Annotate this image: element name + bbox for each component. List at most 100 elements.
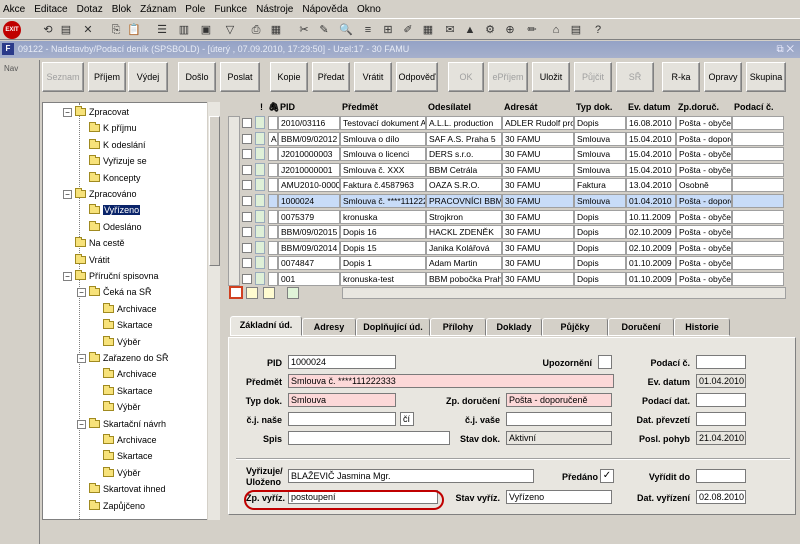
tree-scrollbar[interactable] [207, 102, 220, 520]
grid-cell-delivery[interactable]: Pošta - obyče [676, 116, 732, 130]
close-icon[interactable]: ✕ [80, 22, 96, 38]
tree-item[interactable]: Výběr [103, 466, 141, 478]
grid-cell-type[interactable]: Smlouva [574, 131, 626, 146]
tree-item[interactable]: Výběr [103, 335, 141, 347]
grid-cell-no[interactable] [732, 116, 784, 130]
grid-cell-subject[interactable]: Dopis 16 [340, 225, 426, 240]
grid-cell-pid[interactable]: 0075379 [278, 209, 340, 224]
menu-item[interactable]: Pole [185, 4, 205, 15]
grid-cell-no[interactable] [732, 131, 784, 146]
menu-item[interactable]: Nápověda [302, 4, 348, 15]
grid-cell-recipient[interactable]: 30 FAMU [502, 272, 574, 286]
grid-cell-delivery[interactable]: Pošta - dopore [676, 131, 732, 146]
button-seznam[interactable]: Seznam [42, 62, 84, 92]
button-opravy[interactable]: Opravy [704, 62, 742, 92]
field-vyrizuje[interactable]: BLAŽEVIČ Jasmina Mgr. [288, 469, 534, 483]
window-controls[interactable]: ⧉ ✕ [776, 41, 794, 58]
upozorneni-checkbox[interactable] [598, 355, 612, 369]
grid-cell-delivery[interactable]: Pošta - obyče [676, 272, 732, 286]
grid-cell-delivery[interactable]: Osobně [676, 178, 732, 193]
tab-4[interactable]: Doklady [486, 318, 542, 336]
grid-cell-flag[interactable] [268, 209, 278, 224]
tab-6[interactable]: Doručení [608, 318, 674, 336]
tree-item[interactable]: Vrátit [75, 253, 110, 265]
button-odpov-[interactable]: Odpověď [396, 62, 438, 92]
tree-item[interactable]: Skartační návrh [89, 417, 166, 429]
grid-cell-sender[interactable]: OAZA S.R.O. [426, 178, 502, 193]
search-icon[interactable]: 🔍 [338, 22, 354, 38]
grid-cell-flag[interactable] [268, 116, 278, 130]
field-typ_dok[interactable]: Smlouva [288, 393, 396, 407]
grid-cell-subject[interactable]: kronuska [340, 209, 426, 224]
grid-cell-type[interactable]: Dopis [574, 272, 626, 286]
paste-icon[interactable]: 📋 [126, 22, 142, 38]
grid-cell-flag[interactable] [268, 178, 278, 193]
grid-cell-delivery[interactable]: Pošta - obyče [676, 209, 732, 224]
grid-cell-type[interactable]: Smlouva [574, 194, 626, 208]
tag-icon[interactable]: ⌂ [548, 22, 564, 38]
grid-cell-date[interactable]: 02.10.2009 [626, 240, 676, 255]
grid-cell-type[interactable]: Dopis [574, 116, 626, 130]
tree-item[interactable]: Archivace [103, 368, 157, 379]
menu-item[interactable]: Akce [3, 4, 25, 15]
exit-icon[interactable]: EXIT [3, 21, 21, 39]
grid-cell-recipient[interactable]: 30 FAMU [502, 194, 574, 208]
table-icon[interactable]: ▦ [420, 22, 436, 38]
menu-item[interactable]: Nástroje [256, 4, 293, 15]
pencil-icon[interactable]: ✏ [524, 22, 540, 38]
column-icon[interactable]: ▥ [176, 22, 192, 38]
button-ep-jem[interactable]: ePříjem [488, 62, 528, 92]
color-mark-yellow-2[interactable] [263, 287, 275, 299]
grid-icon[interactable]: ▤ [568, 22, 584, 38]
grid-cell-no[interactable] [732, 225, 784, 240]
row-checkbox[interactable] [242, 274, 252, 284]
grid-cell-type[interactable]: Dopis [574, 225, 626, 240]
grid-cell-date[interactable]: 13.04.2010 [626, 178, 676, 193]
grid-cell-pid[interactable]: J2010000001 [278, 162, 340, 177]
grid-cell-pid[interactable]: J2010000003 [278, 147, 340, 162]
grid-cell-date[interactable]: 15.04.2010 [626, 147, 676, 162]
grid-cell-subject[interactable]: Testovací dokument A [340, 116, 426, 130]
grid-cell-recipient[interactable]: 30 FAMU [502, 178, 574, 193]
grid-cell-type[interactable]: Dopis [574, 240, 626, 255]
tree-item[interactable]: Příruční spisovna [75, 270, 159, 281]
tab-1[interactable]: Adresy [302, 318, 356, 336]
tab-5[interactable]: Půjčky [542, 318, 608, 336]
field-stav_vyriz[interactable]: Vyřízeno [506, 490, 612, 504]
field-dat_vyrizeni[interactable]: 02.08.2010 [696, 490, 746, 504]
collapse-icon[interactable]: − [63, 190, 72, 199]
grid-cell-sender[interactable]: Adam Martin [426, 256, 502, 271]
predano-checkbox[interactable]: ✓ [600, 469, 614, 483]
grid-cell-pid[interactable]: 0074847 [278, 256, 340, 271]
grid-cell-date[interactable]: 01.10.2009 [626, 256, 676, 271]
tree-item[interactable]: Skartace [103, 450, 153, 461]
row-checkbox[interactable] [242, 196, 252, 206]
grid-cell-recipient[interactable]: 30 FAMU [502, 162, 574, 177]
tree-item[interactable]: Zpracovat [75, 106, 129, 117]
list-icon[interactable]: ☰ [154, 22, 170, 38]
grid-horizontal-scrollbar[interactable] [342, 287, 786, 299]
grid-cell-date[interactable]: 15.04.2010 [626, 131, 676, 146]
grid-header[interactable]: Ev. datum [626, 100, 670, 114]
text-align-icon[interactable]: ≡ [360, 22, 376, 38]
button-v-dej[interactable]: Výdej [128, 62, 168, 92]
ci-button[interactable]: čí [400, 412, 414, 426]
grid-cell-pid[interactable]: BBM/09/02014 [278, 240, 340, 255]
field-zp_doruceni[interactable]: Pošta - doporučeně [506, 393, 612, 407]
collapse-icon[interactable]: − [77, 419, 86, 429]
grid-cell-subject[interactable]: Dopis 1 [340, 256, 426, 271]
save-icon[interactable]: ▤ [58, 22, 74, 38]
tree-item[interactable]: Skartace [103, 384, 153, 396]
menu-item[interactable]: Okno [357, 4, 381, 15]
grid-cell-date[interactable]: 02.10.2009 [626, 225, 676, 240]
grid-cell-pid[interactable]: 1000024 [278, 194, 340, 208]
grid-cell-delivery[interactable]: Pošta - obyče [676, 162, 732, 177]
field-posl_pohyb[interactable]: 21.04.2010 [696, 431, 746, 445]
row-checkbox[interactable] [242, 118, 252, 128]
grid-cell-flag[interactable] [268, 194, 278, 208]
tree-item[interactable]: Zpracováno [75, 188, 137, 199]
row-checkbox[interactable] [242, 149, 252, 160]
grid-cell-subject[interactable]: Smlouva č. XXX [340, 162, 426, 177]
grid-cell-date[interactable]: 10.11.2009 [626, 209, 676, 224]
grid-cell-sender[interactable]: DERS s.r.o. [426, 147, 502, 162]
